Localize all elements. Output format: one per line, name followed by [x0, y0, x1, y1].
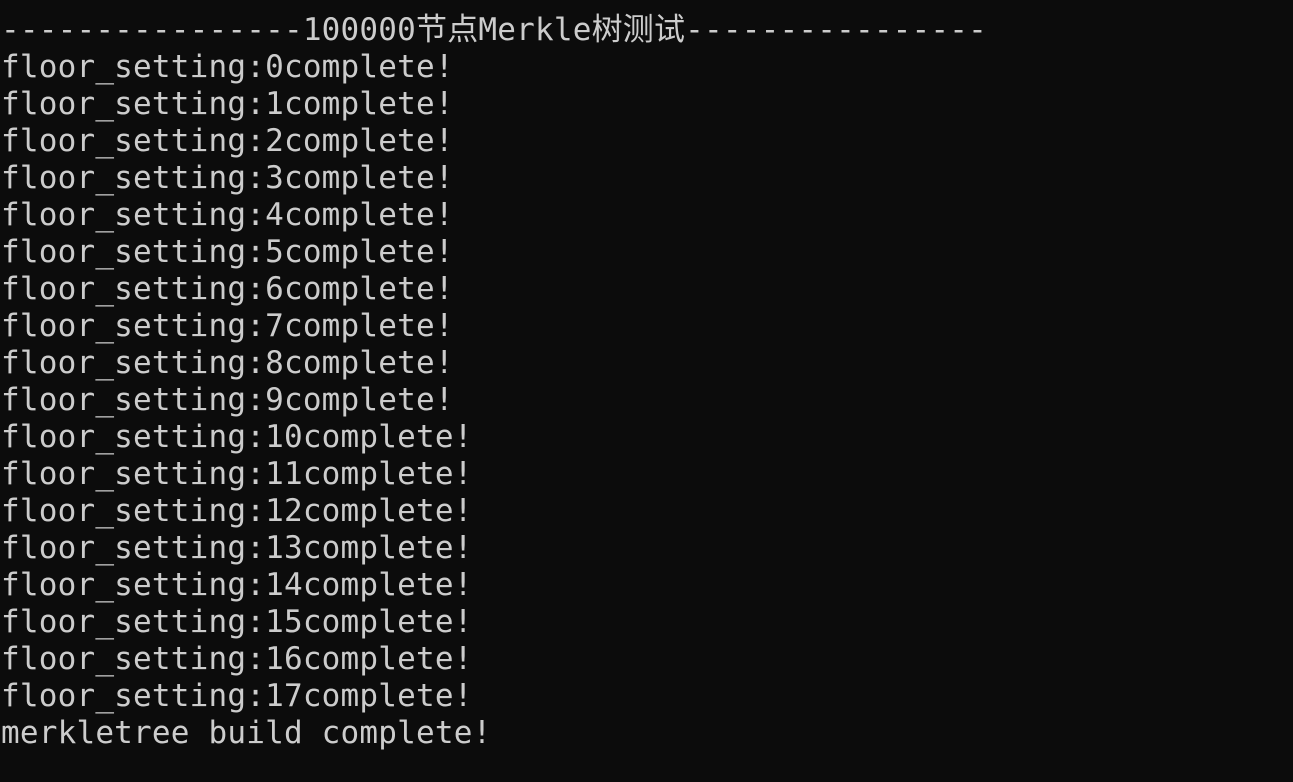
- output-line-12: floor_setting:12complete!: [1, 493, 473, 529]
- output-line-5: floor_setting:5complete!: [1, 234, 454, 270]
- terminal-header-line: ----------------100000节点Merkle树测试-------…: [1, 12, 987, 48]
- output-line-17: floor_setting:17complete!: [1, 678, 473, 714]
- output-line-0: floor_setting:0complete!: [1, 49, 454, 85]
- output-line-10: floor_setting:10complete!: [1, 419, 473, 455]
- output-line-6: floor_setting:6complete!: [1, 271, 454, 307]
- output-line-4: floor_setting:4complete!: [1, 197, 454, 233]
- output-line-8: floor_setting:8complete!: [1, 345, 454, 381]
- output-line-2: floor_setting:2complete!: [1, 123, 454, 159]
- output-line-16: floor_setting:16complete!: [1, 641, 473, 677]
- output-line-14: floor_setting:14complete!: [1, 567, 473, 603]
- output-line-3: floor_setting:3complete!: [1, 160, 454, 196]
- output-line-15: floor_setting:15complete!: [1, 604, 473, 640]
- terminal-footer-line: merkletree build complete!: [1, 715, 492, 751]
- output-line-13: floor_setting:13complete!: [1, 530, 473, 566]
- output-line-9: floor_setting:9complete!: [1, 382, 454, 418]
- terminal-window[interactable]: ----------------100000节点Merkle树测试-------…: [0, 0, 1293, 782]
- terminal-output: floor_setting:0complete! floor_setting:1…: [1, 49, 1293, 715]
- output-line-7: floor_setting:7complete!: [1, 308, 454, 344]
- output-line-1: floor_setting:1complete!: [1, 86, 454, 122]
- output-line-11: floor_setting:11complete!: [1, 456, 473, 492]
